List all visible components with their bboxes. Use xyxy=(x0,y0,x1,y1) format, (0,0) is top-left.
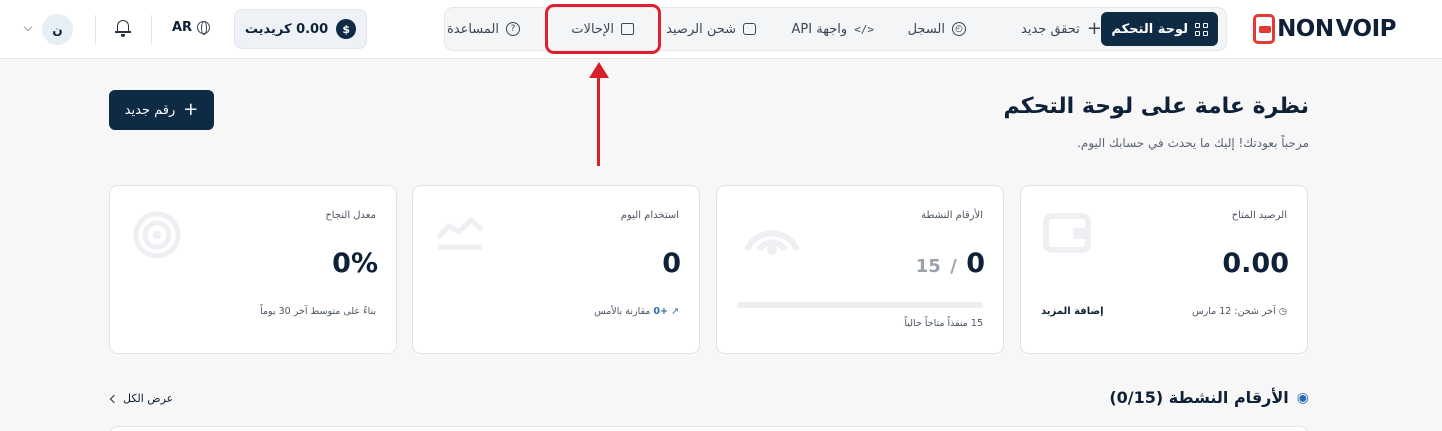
referrals-highlight-box xyxy=(545,4,661,54)
wallet-icon xyxy=(743,23,756,35)
globe-icon xyxy=(197,21,211,35)
phone-logo-icon xyxy=(1253,14,1276,44)
logo-text-part1: NON xyxy=(1277,16,1334,42)
nav-item-label: شحن الرصيد xyxy=(666,21,736,37)
success-rate-label: معدل النجاح xyxy=(325,210,376,221)
nav-item-dashboard[interactable]: لوحة التحكم xyxy=(1101,12,1218,46)
balance-card: الرصيد المتاح 0.00 ◷ آخر شحن: 12 مارس إض… xyxy=(1020,185,1308,354)
success-rate-value: 0% xyxy=(332,248,378,279)
active-numbers-list xyxy=(109,426,1309,431)
active-numbers-label: الأرقام النشطة xyxy=(921,210,983,221)
view-all-link[interactable]: عرض الكل xyxy=(109,392,174,405)
chevron-down-icon[interactable] xyxy=(23,22,33,32)
new-number-button[interactable]: + رقم جديد xyxy=(109,90,214,130)
avatar[interactable]: ن xyxy=(42,14,73,45)
credit-balance-button[interactable]: $ 0.00 كريديت xyxy=(234,9,367,49)
nav-item-label: واجهة API xyxy=(791,21,848,37)
page-subtitle: مرحباً بعودتك! إليك ما يحدث في حسابك الي… xyxy=(1077,136,1309,150)
last-top-up-text: آخر شحن: 12 مارس xyxy=(1192,306,1276,317)
active-numbers-total: 15 xyxy=(915,256,941,277)
signal-icon: ◉ xyxy=(1296,389,1309,406)
code-icon: </> xyxy=(854,22,874,36)
nav-item-label: المساعدة xyxy=(446,21,499,37)
plus-icon: + xyxy=(183,99,199,120)
active-numbers-value: 15 / 0 xyxy=(916,248,985,279)
nav-item-help[interactable]: ? المساعدة xyxy=(447,12,520,46)
language-label: AR xyxy=(172,20,193,35)
history-icon: ◴ xyxy=(952,22,966,36)
view-all-label: عرض الكل xyxy=(123,392,174,405)
bell-icon[interactable] xyxy=(115,19,131,37)
nav-item-history[interactable]: ◴ السجل xyxy=(908,12,966,46)
new-number-label: رقم جديد xyxy=(124,102,176,118)
chevron-left-icon xyxy=(109,394,119,403)
top-bar: NON VOIP لوحة التحكم + تحقق جديد ◴ السجل… xyxy=(0,0,1442,59)
available-slots: 15 منفذاً متاحاً حالياً xyxy=(904,318,983,329)
target-icon xyxy=(133,211,181,259)
divider xyxy=(95,15,96,44)
nav-item-label: لوحة التحكم xyxy=(1111,21,1188,37)
last-top-up: ◷ آخر شحن: 12 مارس xyxy=(1192,306,1287,317)
add-more-link[interactable]: إضافة المزيد xyxy=(1041,306,1104,317)
divider xyxy=(151,15,152,44)
active-numbers-section-title: ◉ الأرقام النشطة (0/15) xyxy=(1109,388,1309,407)
usage-comparison-text: مقارنة بالأمس xyxy=(594,306,651,317)
trend-chart-icon xyxy=(436,217,484,250)
nav-item-label: تحقق جديد xyxy=(1021,21,1080,37)
brand-logo[interactable]: NON VOIP xyxy=(1253,14,1397,44)
wallet-icon xyxy=(1043,213,1091,253)
nav-item-top-up[interactable]: شحن الرصيد xyxy=(666,12,756,46)
usage-today-value: 0 xyxy=(662,248,681,279)
clock-icon: ◷ xyxy=(1278,306,1287,317)
success-rate-card: معدل النجاح 0% بناءً على متوسط آخر 30 يو… xyxy=(109,185,397,354)
nav-item-new-verification[interactable]: + تحقق جديد xyxy=(1021,12,1102,46)
plus-icon: + xyxy=(1086,18,1102,39)
page-title: نظرة عامة على لوحة التحكم xyxy=(1003,94,1309,119)
language-switcher[interactable]: AR xyxy=(172,20,211,35)
logo-text-part2: VOIP xyxy=(1335,16,1397,42)
active-numbers-card: الأرقام النشطة 15 / 0 15 منفذاً متاحاً ح… xyxy=(716,185,1004,354)
active-numbers-separator: / xyxy=(950,256,957,277)
nav-item-label: السجل xyxy=(907,21,945,37)
usage-delta: +0 xyxy=(653,306,668,317)
dashboard-grid-icon xyxy=(1195,22,1208,36)
credit-label: 0.00 كريديت xyxy=(244,21,329,37)
balance-label: الرصيد المتاح xyxy=(1231,210,1287,221)
signal-icon xyxy=(744,230,800,255)
usage-today-card: استخدام اليوم 0 ↗ +0 مقارنة بالأمس xyxy=(412,185,700,354)
help-circle-icon: ? xyxy=(506,22,520,36)
section-title-text: الأرقام النشطة (0/15) xyxy=(1109,388,1289,407)
active-numbers-count: 0 xyxy=(966,248,985,279)
usage-today-label: استخدام اليوم xyxy=(620,210,679,221)
success-rate-footer: بناءً على متوسط آخر 30 يوماً xyxy=(260,306,376,317)
nav-item-api[interactable]: </> واجهة API xyxy=(792,12,874,46)
balance-value: 0.00 xyxy=(1222,248,1289,279)
active-numbers-progress xyxy=(737,302,983,308)
dollar-icon: $ xyxy=(336,19,357,39)
arrow-shaft xyxy=(597,72,600,166)
trend-up-icon: ↗ xyxy=(671,306,679,317)
usage-comparison: ↗ +0 مقارنة بالأمس xyxy=(594,306,679,317)
